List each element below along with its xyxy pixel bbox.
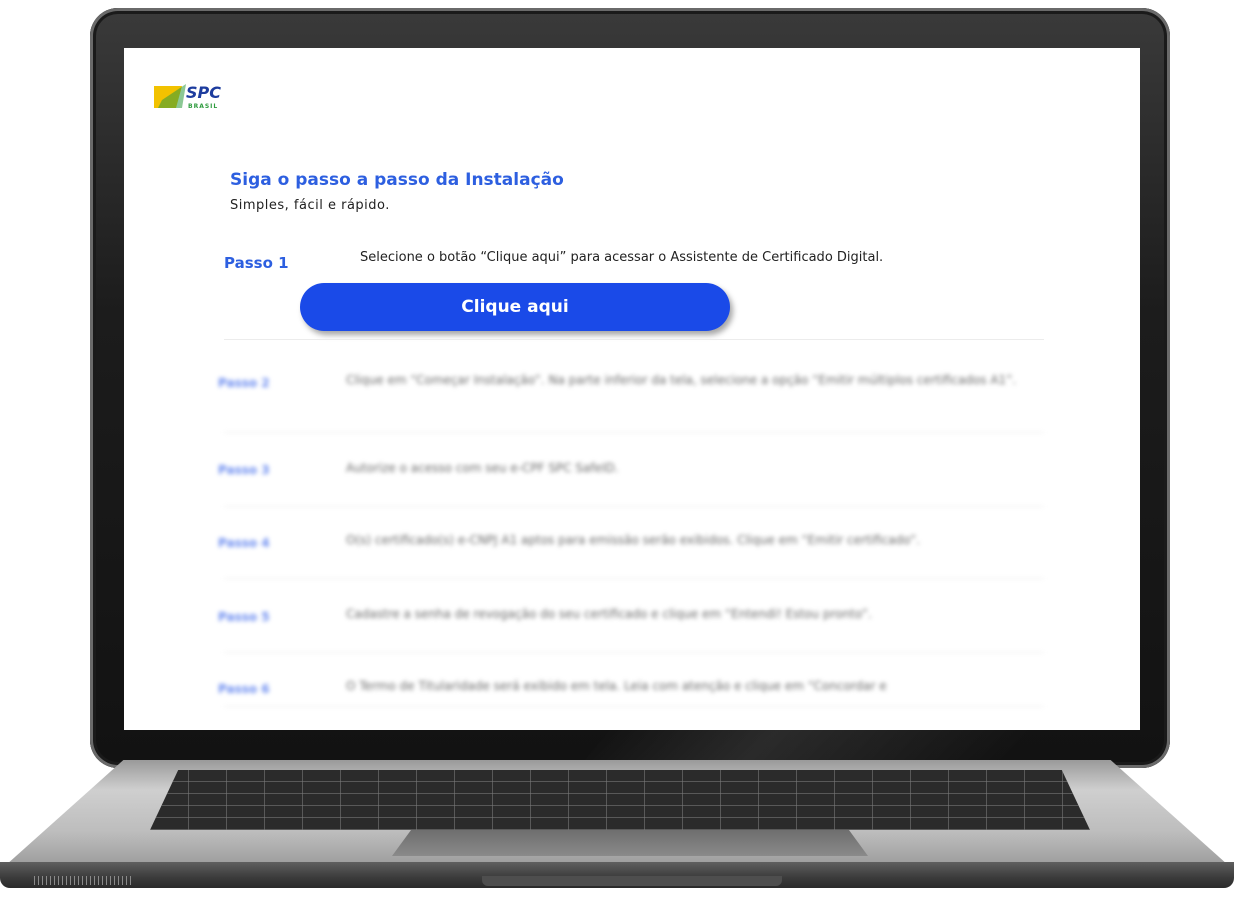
step-4-text: O(s) certificado(s) e-CNPJ A1 aptos para… <box>346 533 921 547</box>
step-4-label: Passo 4 <box>218 536 270 550</box>
laptop-trackpad <box>392 830 868 856</box>
logo-subtext: BRASIL <box>188 103 218 110</box>
step-2-text: Clique em “Começar Instalação”. Na parte… <box>346 373 1017 387</box>
step-5-label: Passo 5 <box>218 610 270 624</box>
step-6-label: Passo 6 <box>218 682 270 696</box>
laptop-notch <box>482 876 782 886</box>
spc-brasil-logo: SPC BRASIL <box>154 83 221 110</box>
clique-aqui-button[interactable]: Clique aqui <box>300 283 730 331</box>
step-2-label: Passo 2 <box>218 376 270 390</box>
page-subtitle: Simples, fácil e rápido. <box>230 198 390 213</box>
step-1-text: Selecione o botão “Clique aqui” para ace… <box>360 250 884 265</box>
step-1-label: Passo 1 <box>224 254 289 272</box>
laptop-vents <box>34 876 134 885</box>
step-divider <box>224 506 1044 507</box>
page-title: Siga o passo a passo da Instalação <box>230 170 564 190</box>
laptop-keyboard <box>150 770 1090 830</box>
step-divider <box>224 652 1044 653</box>
step-5-text: Cadastre a senha de revogação do seu cer… <box>346 607 872 621</box>
step-divider <box>224 578 1044 579</box>
laptop-screen: SPC BRASIL Siga o passo a passo da Insta… <box>124 48 1140 730</box>
step-6-text: O Termo de Titularidade será exibido em … <box>346 679 887 693</box>
logo-text: SPC <box>186 83 221 102</box>
step-divider <box>224 339 1044 340</box>
step-divider <box>224 432 1044 433</box>
step-divider <box>224 706 1044 707</box>
step-3-text: Autorize o acesso com seu e-CPF SPC Safe… <box>346 461 619 475</box>
step-3-label: Passo 3 <box>218 463 270 477</box>
